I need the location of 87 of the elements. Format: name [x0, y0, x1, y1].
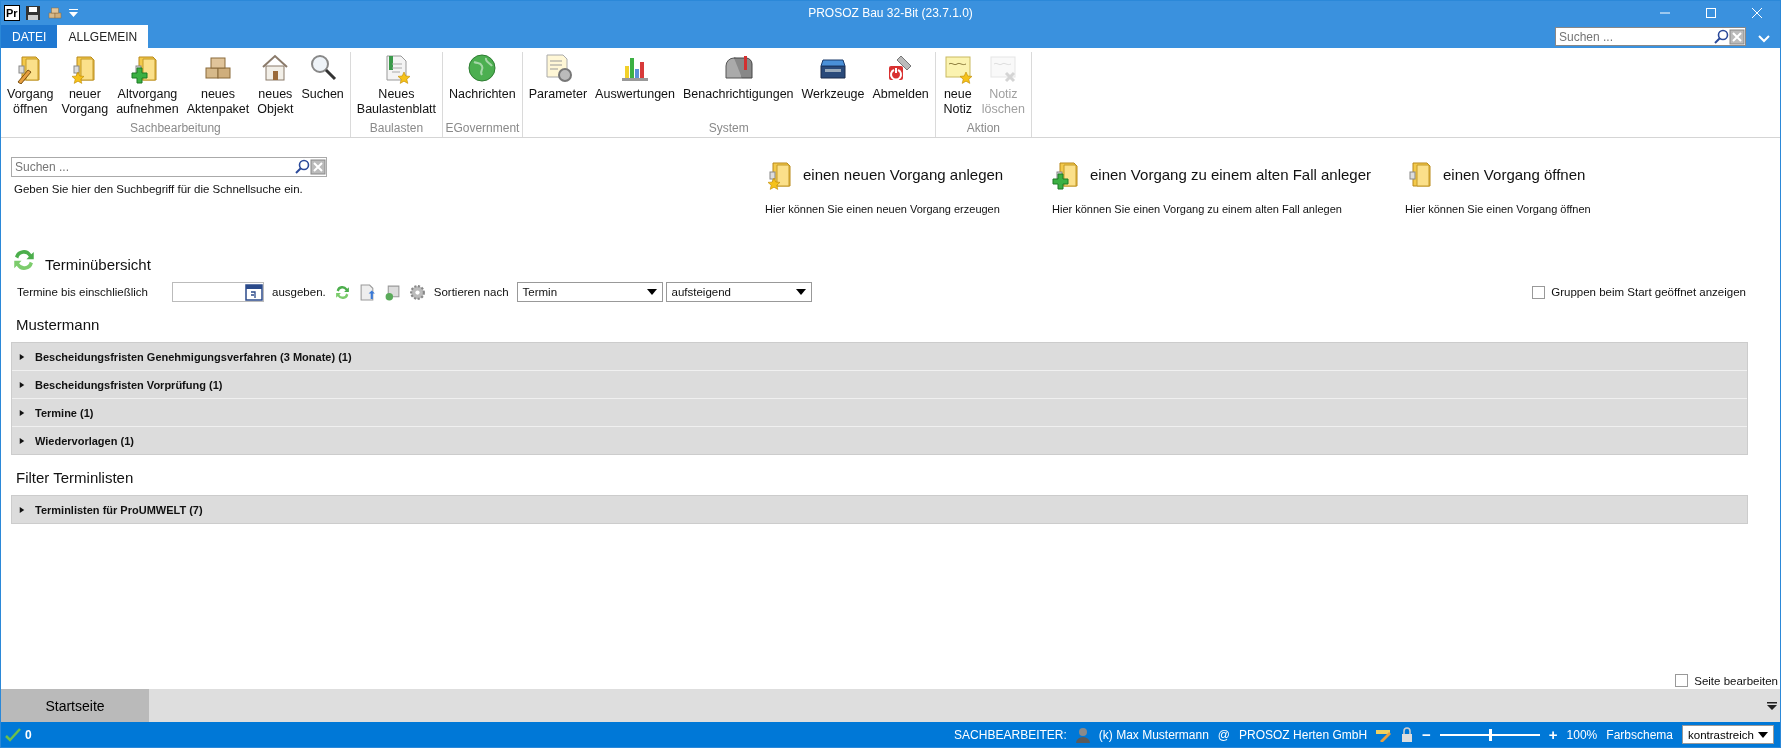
ribbon-button[interactable]: Neues Baulastenblatt [352, 52, 441, 121]
sort-field-dropdown[interactable]: Termin [516, 282, 663, 302]
expand-icon [19, 380, 25, 389]
checkbox[interactable] [1675, 674, 1689, 687]
caret-icon [795, 289, 806, 295]
action-link[interactable]: einen neuen Vorgang anlegen [803, 165, 1004, 183]
action-description: Hier können Sie einen Vorgang zu einem alten Fall anlegen [1052, 203, 1343, 215]
field-label: ausgeben. [272, 286, 326, 298]
menu-icon[interactable] [1767, 700, 1777, 711]
refresh-icon[interactable] [333, 283, 351, 301]
group-row[interactable]: Termine (1) [12, 399, 1747, 427]
checkbox-label: Gruppen beim Start geöffnet anzeigen [1551, 286, 1746, 298]
ribbon-button[interactable]: neues Objekt [253, 52, 298, 121]
document-arrow-icon[interactable] [358, 283, 376, 301]
caret-icon [1758, 731, 1768, 738]
calendar-icon[interactable] [245, 283, 264, 301]
expand-icon [19, 408, 25, 417]
zoom-in-button[interactable]: + [1548, 726, 1558, 743]
role-label: SACHBEARBEITER: [954, 727, 1067, 742]
ribbon-button[interactable]: Werkzeuge [797, 52, 869, 121]
checkbox-label: Seite bearbeiten [1694, 674, 1778, 687]
ribbon-button[interactable]: neuer Vorgang [57, 52, 113, 121]
search-icon[interactable] [294, 159, 310, 175]
globe-icon [466, 52, 499, 84]
group-label: System [707, 121, 750, 137]
group-label: Sachbearbeitung [129, 121, 222, 137]
zoom-out-button[interactable]: − [1422, 726, 1431, 743]
action-link[interactable]: einen Vorgang zu einem alten Fall anleger [1090, 165, 1372, 183]
search-field[interactable]: Suchen ... [12, 160, 294, 174]
checkmark-icon [5, 727, 21, 742]
group-row[interactable]: Bescheidungsfristen Genehmigungsverfahren (3 Monate) (1) [12, 343, 1747, 371]
chevron-down-icon[interactable] [1758, 35, 1770, 43]
organization-name: PROSOZ Herten GmbH [1239, 727, 1368, 742]
app-logo: Pr [4, 5, 20, 21]
at-sign: @ [1217, 727, 1231, 742]
ribbon-button[interactable]: Suchen [297, 52, 348, 121]
field-label: Termine bis einschließlich [17, 286, 149, 298]
group-row[interactable]: Wiedervorlagen (1) [12, 427, 1747, 454]
action-description: Hier können Sie einen Vorgang öffnen [1405, 203, 1592, 215]
group-row[interactable]: Terminlisten für ProUMWELT (7) [12, 496, 1747, 523]
dropdown-icon[interactable] [68, 9, 78, 17]
scheme-dropdown[interactable]: kontrastreich [1682, 725, 1774, 744]
zoom-reading: 100% [1566, 727, 1598, 742]
action-description: Hier können Sie einen neuen Vorgang erzeugen [765, 203, 1001, 215]
ribbon-button[interactable]: Auswertungen [591, 52, 680, 121]
expand-icon [19, 352, 25, 361]
group-label: EGovernment [445, 121, 520, 137]
section-title: Mustermann [16, 316, 101, 333]
search-box[interactable]: Suchen ... [1555, 27, 1746, 46]
page-tab[interactable]: Startseite [1, 689, 149, 722]
gear-icon[interactable] [408, 283, 426, 301]
section-title: Terminübersicht [45, 255, 151, 273]
lock-icon[interactable] [1401, 727, 1414, 742]
ribbon-button[interactable]: neue Notiz [937, 52, 978, 121]
ribbon-button[interactable]: neues Aktenpaket [182, 52, 254, 121]
window-title: PROSOZ Bau 32-Bit (23.7.1.0) [808, 6, 973, 20]
ribbon-tab[interactable]: ALLGEMEIN [57, 25, 149, 48]
count-text: 0 [25, 727, 32, 742]
checkbox[interactable] [1532, 285, 1546, 299]
action-link[interactable]: einen Vorgang öffnen [1443, 165, 1586, 183]
group-label: Aktion [965, 121, 1002, 137]
ribbon-button[interactable]: Abmelden [868, 52, 933, 121]
expand-icon [19, 505, 25, 514]
caret-icon [646, 289, 657, 295]
scheme-label: Farbschema [1606, 727, 1673, 742]
search-icon[interactable] [1713, 28, 1729, 45]
user-icon [1075, 726, 1090, 743]
search-field[interactable]: Suchen ... [1556, 29, 1713, 44]
refresh-icon[interactable] [11, 247, 37, 273]
search-box[interactable]: Suchen ... [11, 157, 327, 177]
ribbon-button[interactable]: Parameter [524, 52, 592, 121]
sort-order-dropdown[interactable]: aufsteigend [665, 282, 812, 302]
expand-icon [19, 436, 25, 445]
hint-text: Geben Sie hier den Suchbegriff für die Schnellsuche ein. [13, 183, 304, 195]
ribbon-button[interactable]: Nachrichten [445, 52, 520, 121]
ribbon-button[interactable]: Vorgang öffnen [3, 52, 58, 121]
group-label: Baulasten [368, 121, 425, 137]
ribbon-button[interactable]: Altvorgang aufnehmen [112, 52, 183, 121]
ribbon-tab[interactable]: DATEI [1, 25, 58, 48]
ribbon-button[interactable]: Benachrichtigungen [679, 52, 798, 121]
zoom-slider-thumb[interactable] [1488, 728, 1492, 741]
field-label: Sortieren nach [433, 286, 509, 298]
section-title: Filter Terminlisten [16, 469, 135, 486]
date-field[interactable] [172, 282, 265, 302]
user-name: (k) Max Mustermann [1098, 727, 1209, 742]
save-icon[interactable] [24, 5, 41, 21]
group-row[interactable]: Bescheidungsfristen Vorprüfung (1) [12, 371, 1747, 399]
